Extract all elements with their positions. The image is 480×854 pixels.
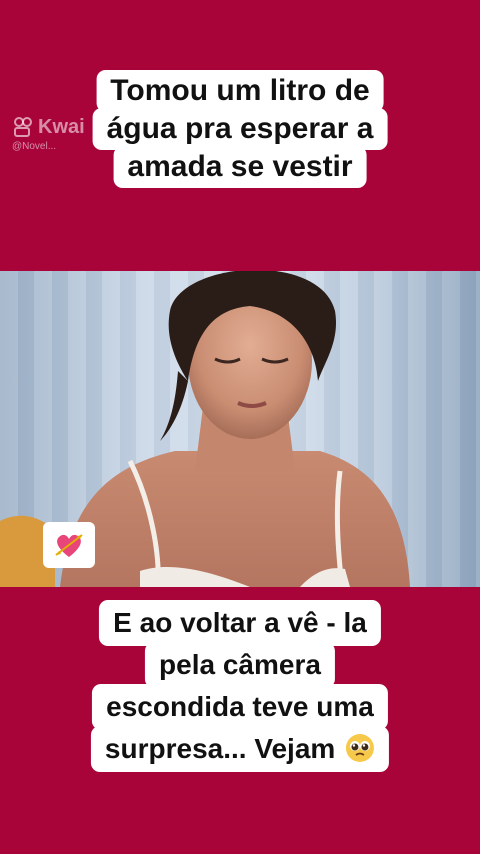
caption-line-last: surpresa... Vejam xyxy=(90,726,390,772)
story-page: Kwai @Novel... Tomou um litro de água pr… xyxy=(0,0,480,854)
caption-line: amada se vestir xyxy=(113,146,367,188)
caption-line: escondida teve uma xyxy=(92,684,388,730)
pleading-face-icon xyxy=(346,734,375,762)
caption-text: surpresa... Vejam xyxy=(104,733,336,764)
watermark-brand-text: Kwai xyxy=(38,116,85,138)
kwai-watermark: Kwai @Novel... xyxy=(12,116,85,152)
caption-line: pela câmera xyxy=(145,642,335,688)
kwai-logo-icon xyxy=(14,117,32,137)
caption-line: água pra esperar a xyxy=(92,108,388,150)
bottom-caption: E ao voltar a vê - la pela câmera escond… xyxy=(90,600,390,772)
heart-arrow-icon xyxy=(55,534,83,557)
caption-line: Tomou um litro de xyxy=(96,70,384,112)
watermark-brand: Kwai xyxy=(12,116,85,138)
heart-sticker xyxy=(43,522,95,568)
caption-line: E ao voltar a vê - la xyxy=(99,600,381,646)
top-caption: Tomou um litro de água pra esperar a ama… xyxy=(92,70,388,188)
watermark-handle: @Novel... xyxy=(12,141,57,152)
